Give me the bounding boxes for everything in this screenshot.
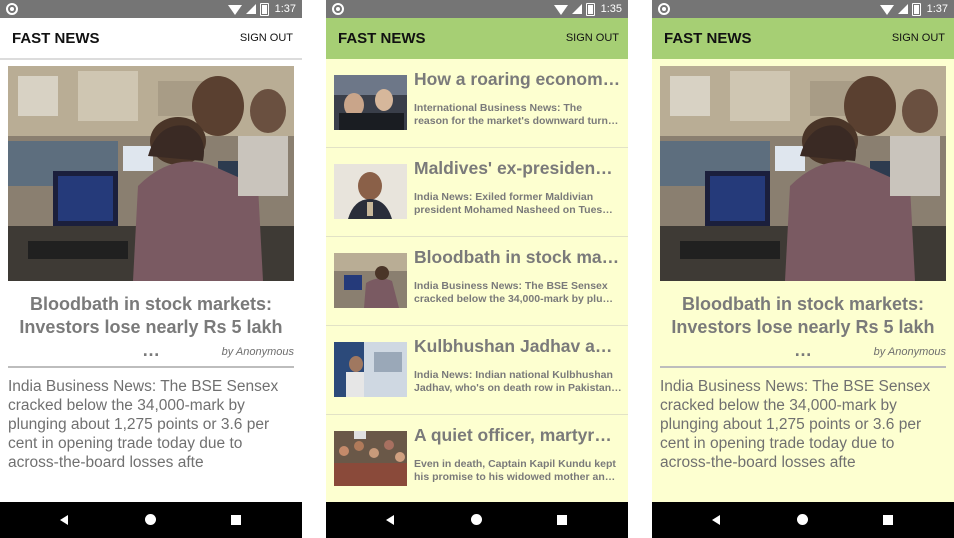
status-time: 1:37 bbox=[926, 3, 948, 15]
status-bar: 1:37 bbox=[652, 0, 954, 18]
news-list-item[interactable]: How a roaring econom… International Busi… bbox=[326, 59, 628, 148]
battery-icon bbox=[585, 2, 595, 16]
navigation-bar bbox=[326, 502, 628, 538]
notification-icon bbox=[658, 3, 670, 15]
back-nav-icon[interactable] bbox=[712, 515, 720, 525]
divider bbox=[8, 366, 294, 368]
news-thumbnail bbox=[334, 431, 407, 486]
news-description: India News: Indian national Kulbhushan J… bbox=[414, 369, 622, 394]
article-author: by Anonymous bbox=[873, 346, 946, 358]
news-thumbnail bbox=[334, 342, 407, 397]
sign-out-button[interactable]: SIGN OUT bbox=[566, 32, 619, 44]
recents-nav-icon[interactable] bbox=[557, 515, 567, 525]
news-list-item[interactable]: Kulbhushan Jadhav ag… India News: Indian… bbox=[326, 326, 628, 415]
news-title: Kulbhushan Jadhav ag… bbox=[414, 336, 622, 356]
recents-nav-icon[interactable] bbox=[883, 515, 893, 525]
home-nav-icon[interactable] bbox=[145, 514, 156, 525]
back-nav-icon[interactable] bbox=[386, 515, 394, 525]
article-body: India Business News: The BSE Sensex crac… bbox=[660, 378, 931, 471]
status-time: 1:37 bbox=[274, 3, 296, 15]
sign-out-button[interactable]: SIGN OUT bbox=[240, 32, 293, 44]
news-title: A quiet officer, martyr… bbox=[414, 425, 612, 445]
wifi-icon bbox=[553, 5, 568, 15]
news-description: Even in death, Captain Kapil Kundu kept … bbox=[414, 458, 616, 483]
article-author: by Anonymous bbox=[221, 346, 294, 358]
news-title: Bloodbath in stock ma… bbox=[414, 247, 620, 267]
news-list-item[interactable]: Bloodbath in stock ma… India Business Ne… bbox=[326, 237, 628, 326]
news-title: How a roaring econom… bbox=[414, 69, 621, 89]
signal-icon bbox=[897, 4, 908, 14]
home-nav-icon[interactable] bbox=[471, 514, 482, 525]
signal-icon bbox=[571, 4, 582, 14]
news-title: Maldives' ex-presiden… bbox=[414, 158, 613, 178]
navigation-bar bbox=[0, 502, 302, 538]
news-thumbnail bbox=[334, 164, 407, 219]
article-hero-image bbox=[8, 66, 294, 281]
status-bar: 1:37 bbox=[0, 0, 302, 18]
battery-icon bbox=[259, 2, 269, 16]
recents-nav-icon[interactable] bbox=[231, 515, 241, 525]
status-time: 1:35 bbox=[600, 3, 622, 15]
app-title: FAST NEWS bbox=[664, 30, 752, 47]
app-bar: FAST NEWS SIGN OUT bbox=[326, 18, 628, 59]
sign-out-button[interactable]: SIGN OUT bbox=[892, 32, 945, 44]
article-screen-white: 1:37 FAST NEWS SIGN OUT Bloodbath in sto… bbox=[0, 0, 302, 538]
divider bbox=[660, 366, 946, 368]
news-description: International Business News: The reason … bbox=[414, 102, 619, 127]
navigation-bar bbox=[652, 502, 954, 538]
app-bar: FAST NEWS SIGN OUT bbox=[652, 18, 954, 59]
app-title: FAST NEWS bbox=[338, 30, 426, 47]
article-hero-image bbox=[660, 66, 946, 281]
news-description: India Business News: The BSE Sensex crac… bbox=[414, 280, 613, 305]
article-screen-themed: 1:37 FAST NEWS SIGN OUT Bloodbath in sto… bbox=[652, 0, 954, 538]
app-bar: FAST NEWS SIGN OUT bbox=[0, 18, 302, 60]
news-list-item[interactable]: Maldives' ex-presiden… India News: Exile… bbox=[326, 148, 628, 237]
battery-icon bbox=[911, 2, 921, 16]
news-list-item[interactable]: A quiet officer, martyr… Even in death, … bbox=[326, 415, 628, 504]
article-body: India Business News: The BSE Sensex crac… bbox=[8, 378, 279, 471]
news-thumbnail bbox=[334, 75, 407, 130]
status-bar: 1:35 bbox=[326, 0, 628, 18]
notification-icon bbox=[332, 3, 344, 15]
back-nav-icon[interactable] bbox=[60, 515, 68, 525]
signal-icon bbox=[245, 4, 256, 14]
home-nav-icon[interactable] bbox=[797, 514, 808, 525]
wifi-icon bbox=[227, 5, 242, 15]
news-thumbnail bbox=[334, 253, 407, 308]
wifi-icon bbox=[879, 5, 894, 15]
news-description: India News: Exiled former Maldivian pres… bbox=[414, 191, 613, 216]
news-list-screen: 1:35 FAST NEWS SIGN OUT How a roaring ec… bbox=[326, 0, 628, 538]
app-title: FAST NEWS bbox=[12, 30, 100, 47]
notification-icon bbox=[6, 3, 18, 15]
